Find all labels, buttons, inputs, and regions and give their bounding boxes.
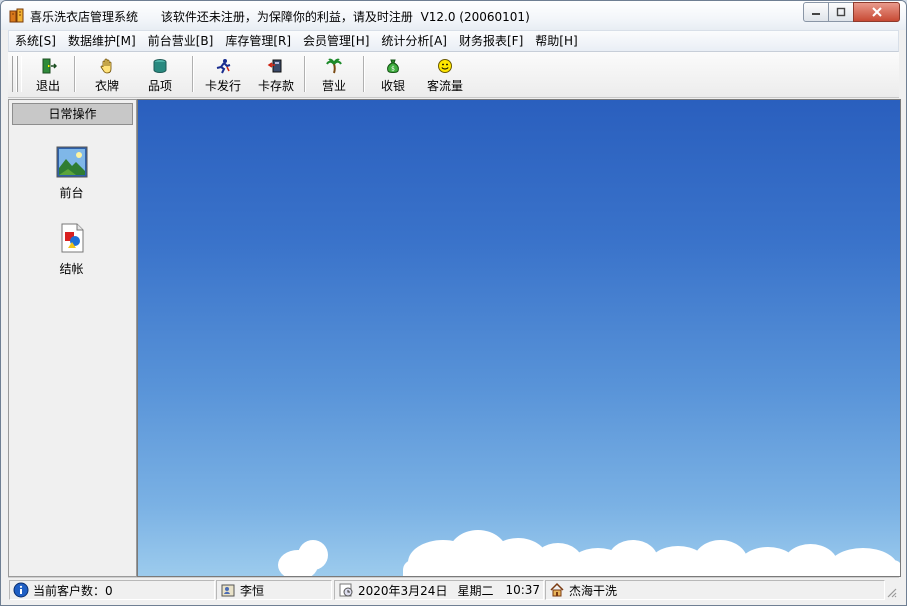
daily-operations-header[interactable]: 日常操作 <box>12 103 133 125</box>
toolbar: 退出 衣牌 品项 卡发行 卡存款 营业 $ 收银 客流量 <box>8 52 899 98</box>
menu-system[interactable]: 系统[S] <box>9 31 62 51</box>
document-shapes-icon <box>61 223 83 253</box>
runner-icon <box>216 59 231 74</box>
card-issue-button[interactable]: 卡发行 <box>204 58 242 94</box>
customer-traffic-button[interactable]: 客流量 <box>426 58 464 94</box>
menu-front-business[interactable]: 前台营业[B] <box>142 31 220 51</box>
hand-icon <box>100 58 112 74</box>
status-datetime: 2020年3月24日 星期二 10:37 <box>334 580 544 600</box>
store-name-text: 杰海干洗 <box>569 583 618 598</box>
status-store: 杰海干洗 <box>545 580 885 600</box>
app-window: 喜乐洗衣店管理系统 该软件还未注册，为保障你的利益，请及时注册 V12.0 (2… <box>0 0 907 606</box>
minimize-button[interactable] <box>803 2 829 22</box>
menu-data-maintenance[interactable]: 数据维护[M] <box>62 31 142 51</box>
card-deposit-label: 卡存款 <box>257 79 294 93</box>
clothes-tag-label: 衣牌 <box>94 79 119 93</box>
app-logo-icon <box>9 8 24 23</box>
status-user: 李恒 <box>216 580 332 600</box>
items-label: 品项 <box>147 79 172 93</box>
close-icon <box>871 7 882 17</box>
card-issue-label: 卡发行 <box>204 79 241 93</box>
menu-finance-reports[interactable]: 财务报表[F] <box>453 31 529 51</box>
items-button[interactable]: 品项 <box>145 58 175 94</box>
calendar-clock-icon <box>339 583 353 597</box>
toolbar-separator <box>192 56 194 92</box>
smiley-icon <box>438 59 452 73</box>
landscape-picture-icon <box>56 146 87 178</box>
toolbar-separator <box>363 56 365 92</box>
svg-text:$: $ <box>391 66 395 73</box>
toolbar-separator <box>304 56 306 92</box>
sidebar-item-label: 结帐 <box>59 262 84 276</box>
toolbar-grip[interactable] <box>17 56 22 92</box>
exit-button[interactable]: 退出 <box>34 58 62 94</box>
status-customer-count: 当前客户数：0 <box>9 580 215 600</box>
customer-count-text: 当前客户数：0 <box>33 583 113 598</box>
customer-traffic-label: 客流量 <box>426 79 463 93</box>
date-text: 2020年3月24日 <box>358 583 448 598</box>
time-text: 10:37 <box>505 583 541 597</box>
status-bar: 当前客户数：0 李恒 2020年3月24日 星期二 10:37 杰海干洗 <box>8 577 899 600</box>
sidebar-item-checkout[interactable]: 结帐 <box>9 222 134 277</box>
card-deposit-button[interactable]: 卡存款 <box>257 58 295 94</box>
menu-inventory[interactable]: 库存管理[R] <box>219 31 297 51</box>
sidebar-item-front-desk[interactable]: 前台 <box>9 146 134 201</box>
card-reader-icon <box>267 59 282 73</box>
money-bag-icon: $ <box>387 59 399 73</box>
weekday-text: 星期二 <box>457 583 494 598</box>
exit-label: 退出 <box>35 79 60 93</box>
business-button[interactable]: 营业 <box>319 58 349 94</box>
cashier-button[interactable]: $ 收银 <box>378 58 408 94</box>
minimize-icon <box>812 13 820 15</box>
menu-bar: 系统[S] 数据维护[M] 前台营业[B] 库存管理[R] 会员管理[H] 统计… <box>8 30 899 52</box>
clothes-tag-button[interactable]: 衣牌 <box>92 58 122 94</box>
maximize-icon <box>836 7 846 17</box>
title-bar[interactable]: 喜乐洗衣店管理系统 该软件还未注册，为保障你的利益，请及时注册 V12.0 (2… <box>1 1 906 30</box>
maximize-button[interactable] <box>828 2 854 22</box>
palm-tree-icon <box>326 58 342 74</box>
workspace-background <box>137 99 901 577</box>
business-label: 营业 <box>321 79 346 93</box>
info-icon <box>13 582 29 598</box>
window-title: 喜乐洗衣店管理系统 该软件还未注册，为保障你的利益，请及时注册 V12.0 (2… <box>30 10 530 24</box>
menu-help[interactable]: 帮助[H] <box>529 31 583 51</box>
home-icon <box>550 582 564 597</box>
close-button[interactable] <box>853 2 900 22</box>
cashier-label: 收银 <box>380 79 405 93</box>
toolbar-separator <box>74 56 76 92</box>
menu-members[interactable]: 会员管理[H] <box>297 31 375 51</box>
daily-operations-panel: 日常操作 前台 结帐 <box>8 99 137 577</box>
user-name-text: 李恒 <box>240 583 265 598</box>
exit-door-icon <box>42 58 57 74</box>
cylinder-icon <box>153 59 167 74</box>
resize-grip-icon[interactable] <box>885 586 897 598</box>
menu-statistics[interactable]: 统计分析[A] <box>375 31 453 51</box>
user-card-icon <box>221 584 235 597</box>
sidebar-item-label: 前台 <box>59 186 84 200</box>
